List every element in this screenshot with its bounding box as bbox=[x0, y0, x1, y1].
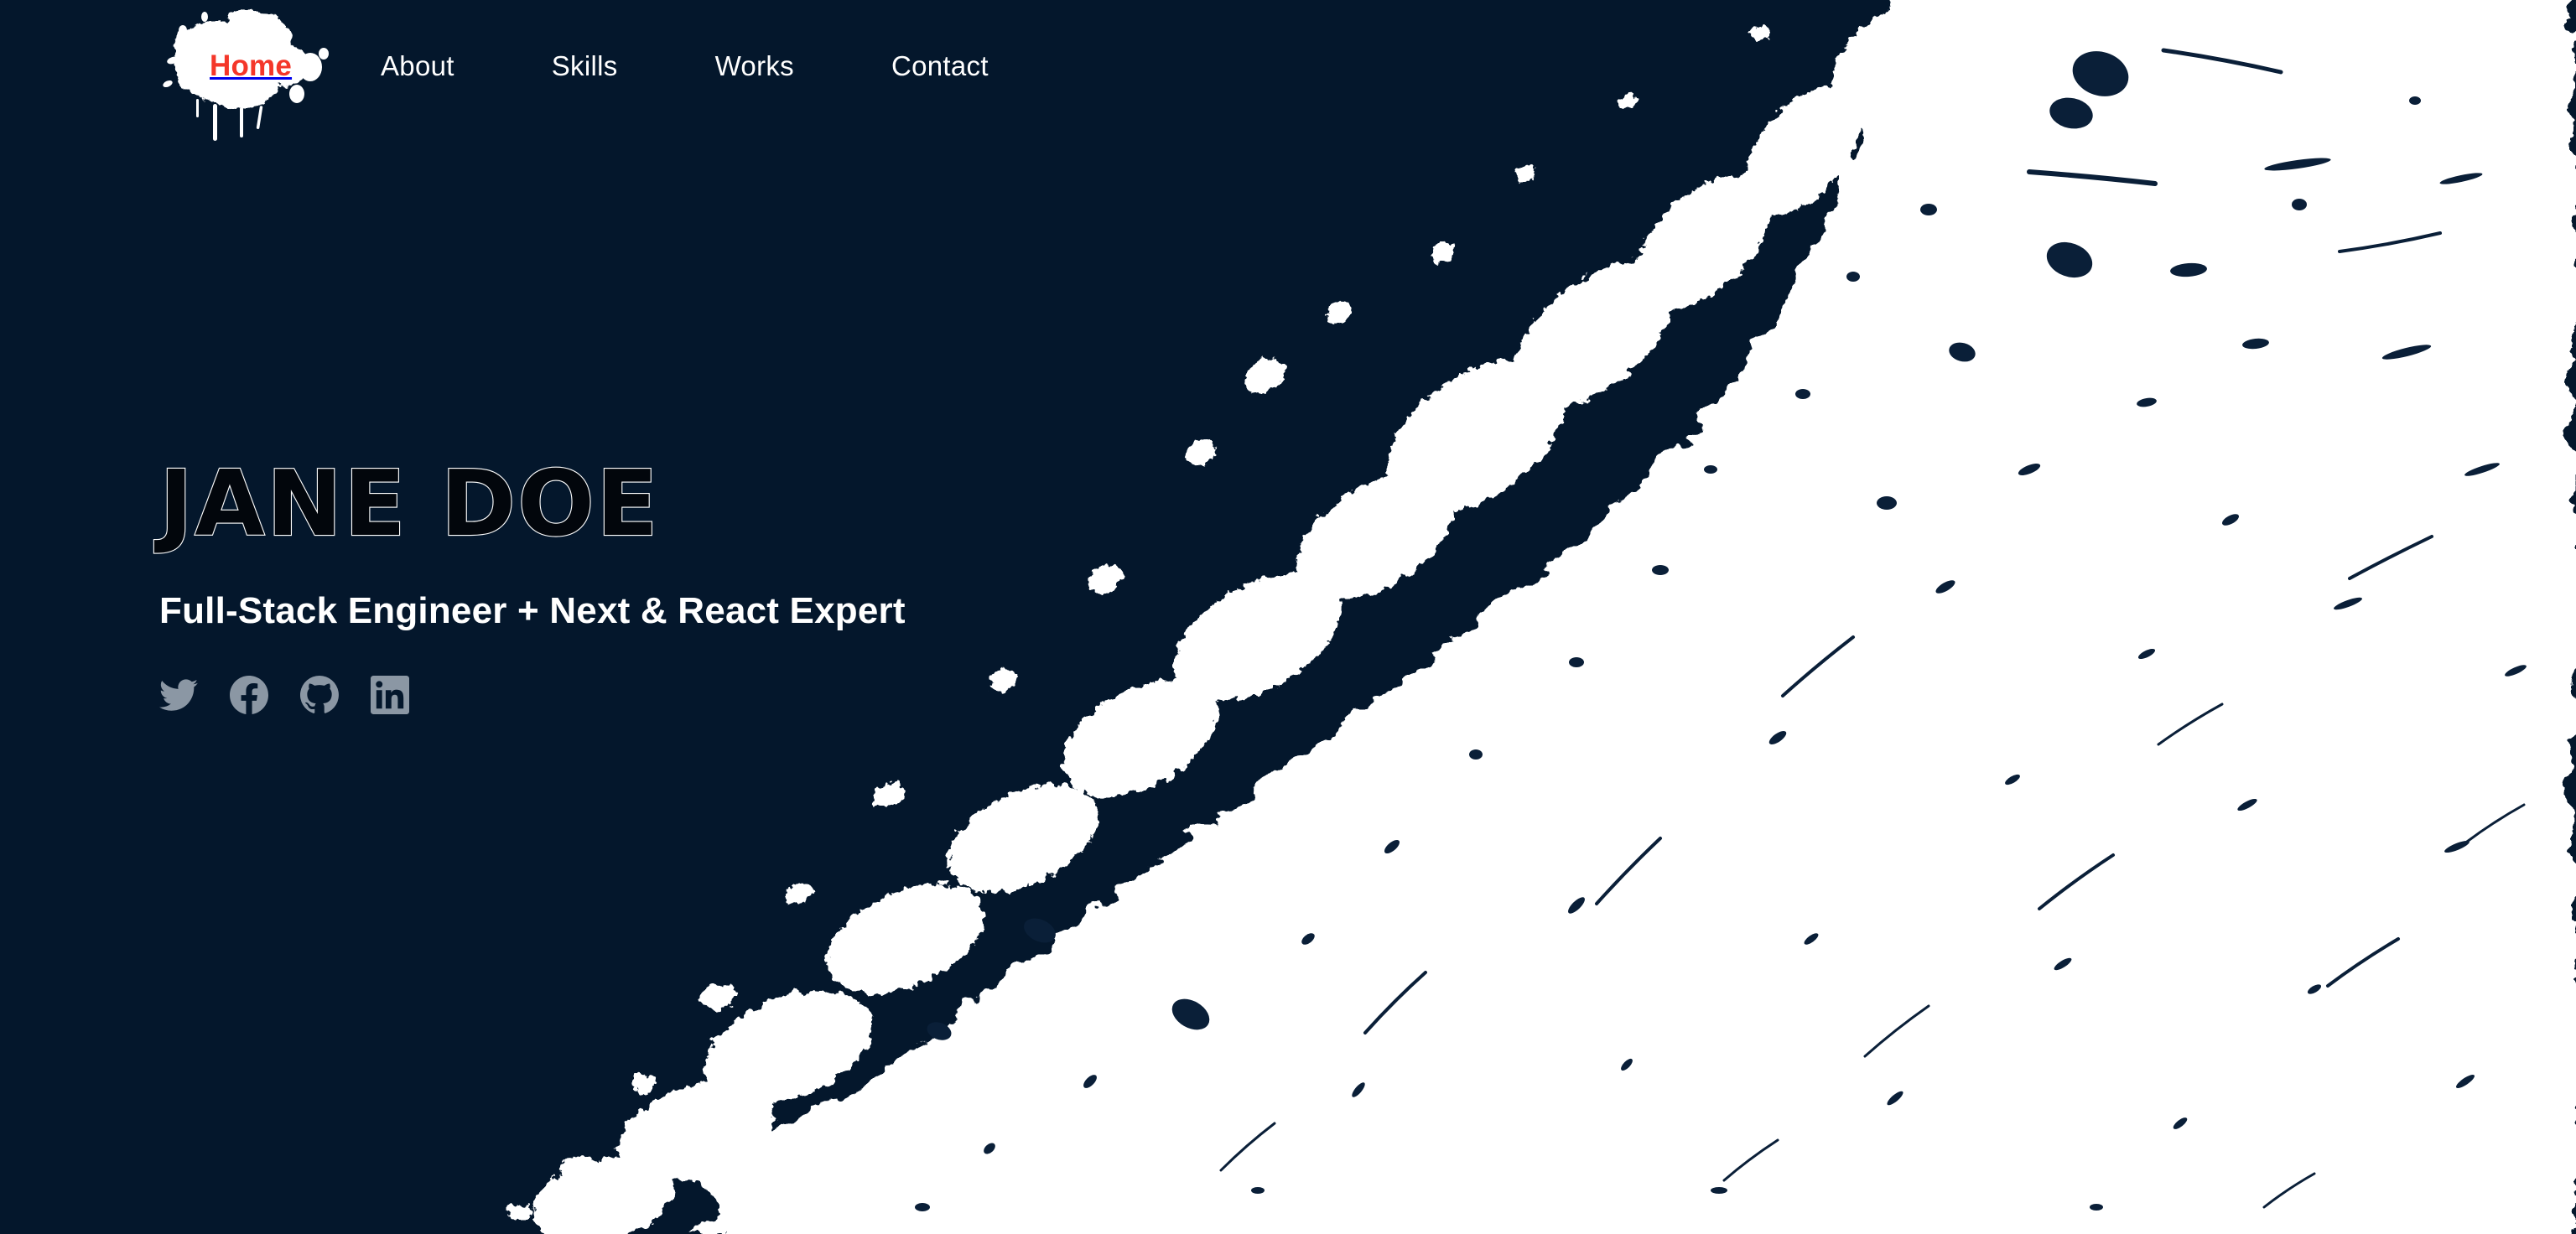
nav-item-contact[interactable]: Contact bbox=[891, 45, 989, 87]
sidebar-item-home[interactable]: Home bbox=[153, 0, 362, 141]
linkedin-icon bbox=[371, 676, 409, 714]
github-icon bbox=[300, 676, 339, 713]
facebook-icon bbox=[230, 676, 268, 714]
nav-item-about[interactable]: About bbox=[381, 45, 454, 87]
hero-subtitle: Full-Stack Engineer + Next & React Exper… bbox=[159, 590, 906, 631]
nav-links: About Skills Works Contact bbox=[381, 45, 989, 87]
page-title: JANE DOE bbox=[158, 452, 660, 557]
facebook-link[interactable] bbox=[230, 676, 268, 714]
github-link[interactable] bbox=[300, 676, 339, 714]
linkedin-link[interactable] bbox=[371, 676, 409, 714]
social-links bbox=[159, 676, 906, 714]
sidebar-item-home-label: Home bbox=[210, 49, 293, 82]
nav-item-skills[interactable]: Skills bbox=[552, 45, 618, 87]
hero-section: Home About Skills Works Contact JANE DOE… bbox=[0, 0, 2576, 1234]
nav-item-works[interactable]: Works bbox=[715, 45, 794, 87]
twitter-icon bbox=[159, 679, 198, 711]
main-navigation: Home About Skills Works Contact bbox=[0, 0, 2576, 141]
hero-content: JANE DOE Full-Stack Engineer + Next & Re… bbox=[158, 452, 906, 714]
twitter-link[interactable] bbox=[159, 676, 198, 714]
